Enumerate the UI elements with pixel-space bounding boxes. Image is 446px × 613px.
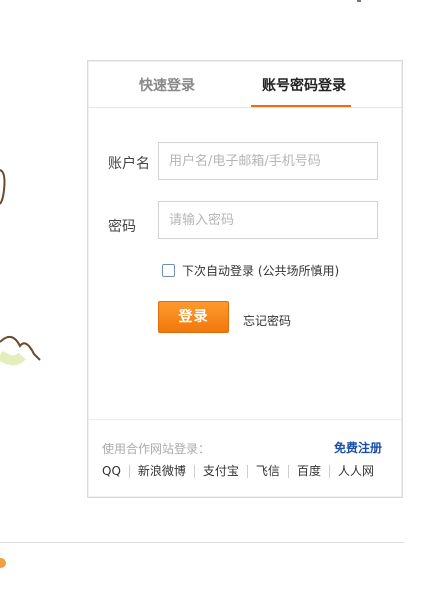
login-button[interactable]: 登录 bbox=[158, 301, 229, 333]
partner-login-label: 使用合作网站登录： bbox=[102, 442, 211, 456]
partner-renren-link[interactable]: 人人网 bbox=[328, 465, 382, 478]
partner-qq-link[interactable]: QQ bbox=[102, 465, 129, 478]
remember-label: 下次自动登录 (公共场所慎用) bbox=[182, 264, 340, 278]
login-panel: 快速登录 账号密码登录 账户名 密码 下次自动登录 (公共场所慎用) 登录 忘记… bbox=[87, 60, 403, 498]
partner-fetion-link[interactable]: 飞信 bbox=[246, 465, 288, 478]
bottom-divider bbox=[0, 542, 404, 543]
orange-dot bbox=[0, 558, 6, 568]
password-label: 密码 bbox=[108, 219, 136, 235]
remember-checkbox[interactable] bbox=[162, 264, 175, 277]
divider bbox=[88, 419, 402, 420]
register-link[interactable]: 免费注册 bbox=[334, 439, 382, 456]
partner-links: QQ 新浪微博 支付宝 飞信 百度 人人网 bbox=[102, 465, 382, 478]
login-tabs: 快速登录 账号密码登录 bbox=[88, 61, 402, 108]
tab-account-login[interactable]: 账号密码登录 bbox=[262, 75, 346, 95]
partner-baidu-link[interactable]: 百度 bbox=[287, 465, 329, 478]
username-label: 账户名 bbox=[108, 156, 150, 172]
forgot-password-link[interactable]: 忘记密码 bbox=[243, 312, 291, 329]
cartoon-decoration bbox=[0, 169, 41, 366]
username-input[interactable] bbox=[158, 142, 378, 180]
password-input[interactable] bbox=[158, 201, 378, 239]
tab-quick-login[interactable]: 快速登录 bbox=[139, 75, 195, 95]
corner-mark bbox=[357, 0, 361, 2]
partner-weibo-link[interactable]: 新浪微博 bbox=[128, 465, 194, 478]
partner-alipay-link[interactable]: 支付宝 bbox=[193, 465, 247, 478]
remember-me: 下次自动登录 (公共场所慎用) bbox=[162, 262, 339, 279]
active-tab-indicator bbox=[251, 105, 351, 107]
